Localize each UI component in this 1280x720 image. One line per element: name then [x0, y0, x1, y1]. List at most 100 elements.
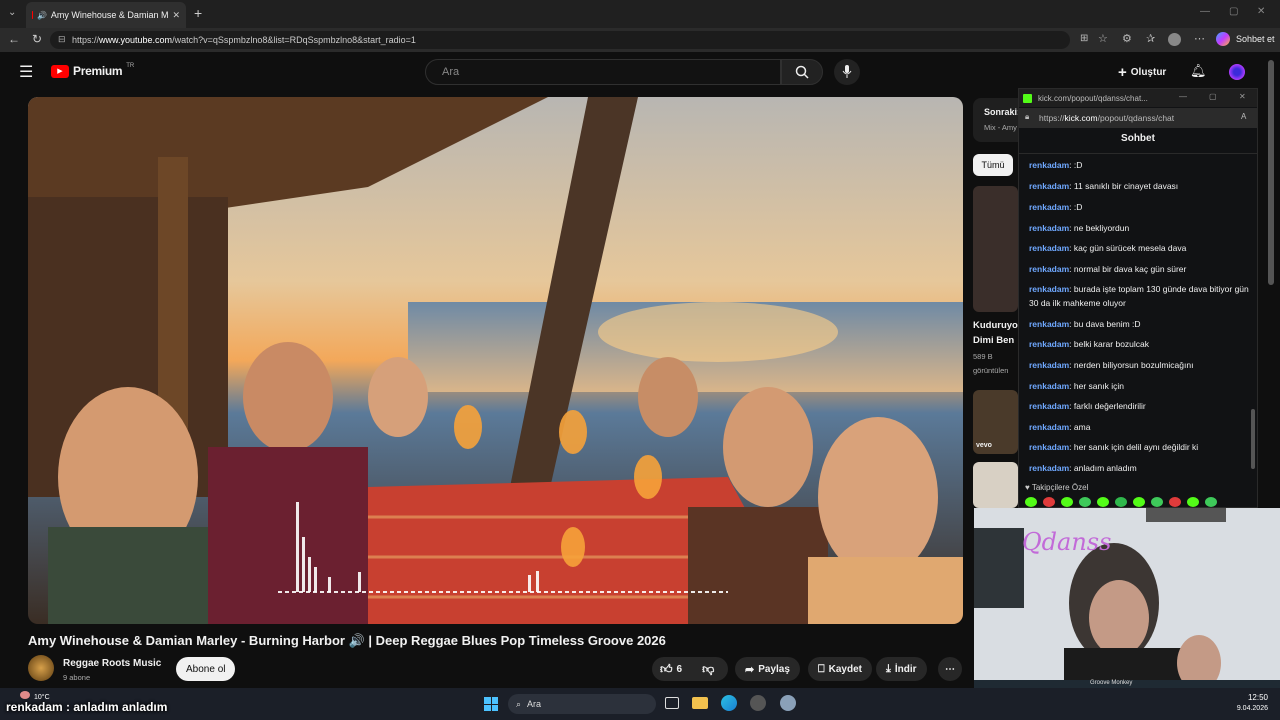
- weather-icon[interactable]: [20, 691, 30, 699]
- search-button[interactable]: [781, 59, 823, 85]
- close-tab-icon[interactable]: ✕: [172, 10, 180, 21]
- close-window-icon[interactable]: ✕: [1257, 6, 1265, 17]
- tab-list-icon[interactable]: ⌄: [8, 7, 16, 18]
- chat-minimize-icon[interactable]: —: [1179, 92, 1187, 101]
- chat-username[interactable]: renkadam: [1029, 284, 1069, 294]
- minimize-icon[interactable]: —: [1200, 6, 1210, 17]
- speaker-icon[interactable]: 🔊: [37, 11, 47, 20]
- site-info-icon[interactable]: ⊟: [58, 34, 66, 45]
- subscribe-button[interactable]: Abone ol: [176, 657, 236, 681]
- menu-icon[interactable]: ☰: [19, 62, 33, 82]
- settings-app-icon[interactable]: [780, 695, 796, 711]
- start-button[interactable]: [484, 697, 498, 711]
- favorite-star-icon[interactable]: ☆: [1098, 32, 1108, 45]
- edge-icon[interactable]: [721, 695, 737, 711]
- chat-maximize-icon[interactable]: ▢: [1209, 92, 1217, 101]
- chat-username[interactable]: renkadam: [1029, 463, 1069, 473]
- emote-icon[interactable]: [1133, 497, 1145, 507]
- chat-username[interactable]: renkadam: [1029, 181, 1069, 191]
- address-bar: ← ↻ ⊟ https://www.youtube.com/watch?v=qS…: [0, 28, 1280, 52]
- read-aloud-icon[interactable]: A: [1241, 112, 1246, 121]
- profile-avatar[interactable]: [1168, 33, 1181, 46]
- create-button[interactable]: + Oluştur: [1118, 64, 1166, 81]
- emote-icon[interactable]: [1115, 497, 1127, 507]
- more-menu-icon[interactable]: ⋯: [1194, 32, 1205, 45]
- voice-search-button[interactable]: [834, 59, 860, 85]
- new-tab-icon[interactable]: +: [194, 5, 202, 21]
- chat-message: renkadam: 11 sanıklı bir cinayet davası: [1029, 179, 1249, 193]
- recommended-thumbnail-2[interactable]: vevo: [973, 390, 1018, 454]
- chat-message: renkadam: ne bekliyordun: [1029, 221, 1249, 235]
- url-field[interactable]: ⊟ https://www.youtube.com/watch?v=qSspmb…: [50, 31, 1070, 49]
- chat-username[interactable]: renkadam: [1029, 401, 1069, 411]
- chat-text: :D: [1073, 160, 1083, 170]
- share-button[interactable]: ➦ Paylaş: [735, 657, 800, 681]
- maximize-icon[interactable]: ▢: [1229, 6, 1238, 17]
- channel-name[interactable]: Reggae Roots Music: [63, 658, 161, 669]
- chat-titlebar: kick.com/popout/qdanss/chat... — ▢ ✕: [1019, 89, 1257, 107]
- chat-username[interactable]: renkadam: [1029, 243, 1069, 253]
- mix-label: Mix - Amy: [984, 123, 1017, 132]
- chat-username[interactable]: renkadam: [1029, 339, 1069, 349]
- chat-username[interactable]: renkadam: [1029, 422, 1069, 432]
- chat-username[interactable]: renkadam: [1029, 202, 1069, 212]
- chip-all[interactable]: Tümü: [973, 154, 1013, 176]
- chat-message: renkadam: burada işte toplam 130 günde d…: [1029, 282, 1249, 310]
- chat-scrollbar[interactable]: [1251, 409, 1255, 469]
- account-avatar[interactable]: [1229, 64, 1245, 80]
- file-explorer-icon[interactable]: [692, 697, 708, 709]
- chat-header: Sohbet: [1121, 133, 1155, 144]
- reload-icon[interactable]: ↻: [32, 32, 42, 46]
- chat-username[interactable]: renkadam: [1029, 160, 1069, 170]
- webcam-watermark: Qdanss: [1022, 528, 1112, 556]
- browser-tab[interactable]: 🔊 Amy Winehouse & Damian M ✕: [26, 2, 186, 28]
- recommended-title-line1[interactable]: Kuduruyo: [973, 320, 1018, 331]
- emote-icon[interactable]: [1205, 497, 1217, 507]
- youtube-logo[interactable]: ▶ Premium TR: [51, 63, 134, 78]
- notifications-bell-icon[interactable]: 🔔︎: [1190, 63, 1207, 79]
- emote-icon[interactable]: [1043, 497, 1055, 507]
- extensions-icon[interactable]: ⚙: [1122, 32, 1132, 45]
- chat-message: renkadam: :D: [1029, 200, 1249, 214]
- chat-text: normal bir dava kaç gün sürer: [1073, 264, 1187, 274]
- copilot-button[interactable]: Sohbet et: [1236, 34, 1275, 44]
- chat-username[interactable]: renkadam: [1029, 223, 1069, 233]
- emote-icon[interactable]: [1079, 497, 1091, 507]
- dislike-icon[interactable]: 👎︎: [702, 662, 714, 677]
- taskbar-date[interactable]: 9.04.2026: [1220, 705, 1268, 712]
- emote-icon[interactable]: [1187, 497, 1199, 507]
- recommended-title-line2[interactable]: Dimi Ben: [973, 335, 1014, 346]
- emote-icon[interactable]: [1097, 497, 1109, 507]
- logo-text: Premium: [73, 64, 123, 78]
- search-input[interactable]: Ara: [425, 59, 781, 85]
- chat-username[interactable]: renkadam: [1029, 264, 1069, 274]
- back-icon[interactable]: ←: [8, 32, 20, 46]
- recommended-thumbnail-3[interactable]: [973, 462, 1018, 508]
- chat-username[interactable]: renkadam: [1029, 381, 1069, 391]
- recommended-thumbnail[interactable]: [973, 186, 1018, 312]
- emote-icon[interactable]: [1151, 497, 1163, 507]
- task-view-icon[interactable]: [665, 697, 679, 709]
- video-player[interactable]: [28, 97, 963, 624]
- taskbar-search[interactable]: ⌕ Ara: [508, 694, 656, 714]
- copilot-icon[interactable]: [1216, 32, 1230, 46]
- channel-avatar[interactable]: [28, 655, 54, 681]
- app-available-icon[interactable]: ⊞: [1080, 33, 1088, 44]
- chat-username[interactable]: renkadam: [1029, 319, 1069, 329]
- like-icon[interactable]: 👍︎: [660, 662, 673, 677]
- emote-icon[interactable]: [1061, 497, 1073, 507]
- chat-close-icon[interactable]: ✕: [1239, 92, 1246, 101]
- save-button[interactable]: ⎕ Kaydet: [808, 657, 872, 681]
- chat-url-bar[interactable]: 🔒︎ https://kick.com/popout/qdanss/chat A: [1019, 108, 1257, 128]
- emote-icon[interactable]: [1169, 497, 1181, 507]
- xbox-icon[interactable]: [750, 695, 766, 711]
- chat-username[interactable]: renkadam: [1029, 442, 1069, 452]
- playlist-panel[interactable]: Sonraki: Mix - Amy: [973, 98, 1023, 142]
- chat-username[interactable]: renkadam: [1029, 360, 1069, 370]
- taskbar-time[interactable]: 12:50: [1230, 693, 1268, 702]
- download-button[interactable]: ⤓ İndir: [876, 657, 927, 681]
- collections-icon[interactable]: ✰: [1146, 32, 1155, 45]
- emote-icon[interactable]: [1025, 497, 1037, 507]
- more-actions-button[interactable]: ⋯: [938, 657, 962, 681]
- page-scrollbar[interactable]: [1268, 60, 1274, 285]
